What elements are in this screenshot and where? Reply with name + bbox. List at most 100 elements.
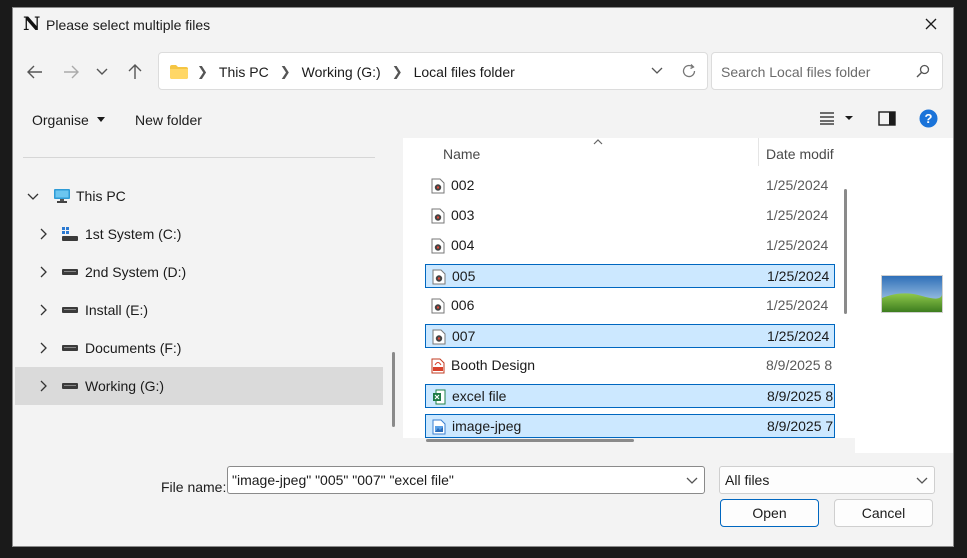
file-row[interactable]: 003 1/25/2024 xyxy=(425,204,835,228)
nav-item-label: Install (E:) xyxy=(85,302,149,318)
close-button[interactable] xyxy=(909,8,953,40)
file-name: 003 xyxy=(451,207,475,223)
file-type-select[interactable]: All files xyxy=(719,466,935,494)
caret-down-icon xyxy=(96,117,105,122)
file-name: image-jpeg xyxy=(452,418,522,434)
video-file-icon xyxy=(432,329,446,345)
file-date: 8/9/2025 7 xyxy=(767,418,834,434)
chevron-down-icon xyxy=(916,477,928,484)
nav-scrollbar[interactable] xyxy=(392,352,395,427)
file-name: 004 xyxy=(451,237,475,253)
video-file-icon xyxy=(431,298,445,314)
file-name-field[interactable]: "image-jpeg" "005" "007" "excel file" xyxy=(227,466,705,494)
help-button[interactable]: ? xyxy=(919,109,938,131)
file-date: 8/9/2025 8 xyxy=(766,357,833,373)
file-row[interactable]: image-jpeg 8/9/2025 7 xyxy=(425,414,835,438)
up-button[interactable] xyxy=(122,60,148,84)
dialog-footer: File name: "image-jpeg" "005" "007" "exc… xyxy=(13,453,953,546)
svg-text:?: ? xyxy=(925,111,933,126)
arrow-up-icon xyxy=(128,64,142,79)
navigation-pane: This PC 1st System (C:) 2nd System (D:) … xyxy=(13,138,385,453)
image-file-icon xyxy=(432,419,446,435)
back-button[interactable] xyxy=(22,60,48,84)
landscape-image-icon xyxy=(882,276,942,312)
file-name: 006 xyxy=(451,297,475,313)
file-dialog: N Please select multiple files ❯ This PC… xyxy=(12,7,954,547)
file-row[interactable]: 002 1/25/2024 xyxy=(425,174,835,198)
chevron-down-icon xyxy=(96,68,108,75)
breadcrumb: ❯ This PC ❯ Working (G:) ❯ Local files f… xyxy=(197,64,515,80)
column-header-name[interactable]: Name xyxy=(443,146,480,162)
chevron-right-icon[interactable] xyxy=(37,380,49,392)
nav-item-label: Working (G:) xyxy=(85,378,165,394)
file-row[interactable]: Booth Design 8/9/2025 8 xyxy=(425,354,835,378)
file-row[interactable]: 005 1/25/2024 xyxy=(425,264,835,288)
chevron-right-icon[interactable] xyxy=(37,266,49,278)
view-options-button[interactable] xyxy=(819,111,859,128)
file-row[interactable]: 006 1/25/2024 xyxy=(425,294,835,318)
address-bar[interactable]: ❯ This PC ❯ Working (G:) ❯ Local files f… xyxy=(158,52,708,90)
drive-icon xyxy=(62,269,78,275)
chevron-down-icon[interactable] xyxy=(27,190,39,202)
open-button[interactable]: Open xyxy=(720,499,819,527)
file-date: 1/25/2024 xyxy=(766,237,829,253)
recent-locations-button[interactable] xyxy=(89,60,115,84)
nav-item-this-pc[interactable]: This PC xyxy=(15,177,383,215)
file-date: 1/25/2024 xyxy=(766,177,829,193)
nav-item-label: Documents (F:) xyxy=(85,340,182,356)
search-box[interactable]: Search Local files folder xyxy=(711,52,943,90)
excel-file-icon xyxy=(432,389,446,405)
file-name: 005 xyxy=(452,268,476,284)
chevron-down-icon[interactable] xyxy=(686,474,698,486)
video-file-icon xyxy=(432,269,446,285)
help-icon: ? xyxy=(919,109,938,128)
nav-item-drive-f[interactable]: Documents (F:) xyxy=(15,329,383,367)
file-row[interactable]: 004 1/25/2024 xyxy=(425,234,835,258)
nav-item-drive-g[interactable]: Working (G:) xyxy=(15,367,383,405)
organise-menu[interactable]: Organise xyxy=(32,112,105,128)
chevron-right-icon[interactable] xyxy=(37,228,49,240)
arrow-left-icon xyxy=(27,65,42,79)
nav-item-drive-c[interactable]: 1st System (C:) xyxy=(15,215,383,253)
list-view-icon xyxy=(820,112,853,125)
nav-item-label: 2nd System (D:) xyxy=(85,264,187,280)
search-icon xyxy=(916,64,930,78)
image-preview-thumbnail xyxy=(881,275,943,313)
file-row[interactable]: 007 1/25/2024 xyxy=(425,324,835,348)
file-list-vertical-scrollbar[interactable] xyxy=(844,189,847,314)
chevron-right-icon[interactable] xyxy=(37,304,49,316)
breadcrumb-working-drive[interactable]: Working (G:) xyxy=(302,64,381,80)
file-row[interactable]: excel file 8/9/2025 8 xyxy=(425,384,835,408)
file-list-horizontal-scrollbar[interactable] xyxy=(426,439,634,442)
arrow-right-icon xyxy=(64,65,79,79)
refresh-icon[interactable] xyxy=(681,63,697,79)
file-date: 8/9/2025 8 xyxy=(767,388,834,404)
file-name: Booth Design xyxy=(451,357,536,373)
breadcrumb-local-files-folder[interactable]: Local files folder xyxy=(414,64,515,80)
nav-item-drive-e[interactable]: Install (E:) xyxy=(15,291,383,329)
file-name-label: File name: xyxy=(161,479,227,495)
preview-pane-icon xyxy=(878,111,896,126)
command-bar: Organise New folder ? xyxy=(13,100,953,138)
file-name-input[interactable]: "image-jpeg" "005" "007" "excel file" xyxy=(232,472,454,488)
file-date: 1/25/2024 xyxy=(766,297,829,313)
app-logo-icon: N xyxy=(23,13,41,35)
chevron-right-icon[interactable] xyxy=(37,342,49,354)
forward-button[interactable] xyxy=(58,60,84,84)
file-type-value: All files xyxy=(725,472,770,488)
file-name: excel file xyxy=(452,388,507,404)
drive-icon xyxy=(62,383,78,389)
nav-item-drive-d[interactable]: 2nd System (D:) xyxy=(15,253,383,291)
cancel-button[interactable]: Cancel xyxy=(834,499,933,527)
address-dropdown-icon[interactable] xyxy=(651,64,663,78)
search-input[interactable]: Search Local files folder xyxy=(721,64,870,80)
preview-pane xyxy=(855,138,953,453)
column-divider[interactable] xyxy=(758,138,759,166)
nav-divider xyxy=(23,157,375,158)
column-header-date[interactable]: Date modif xyxy=(766,146,834,162)
breadcrumb-this-pc[interactable]: This PC xyxy=(219,64,269,80)
preview-pane-button[interactable] xyxy=(878,111,896,129)
new-folder-button[interactable]: New folder xyxy=(135,112,202,128)
title-bar: N Please select multiple files xyxy=(13,8,953,42)
file-date: 1/25/2024 xyxy=(767,268,830,284)
